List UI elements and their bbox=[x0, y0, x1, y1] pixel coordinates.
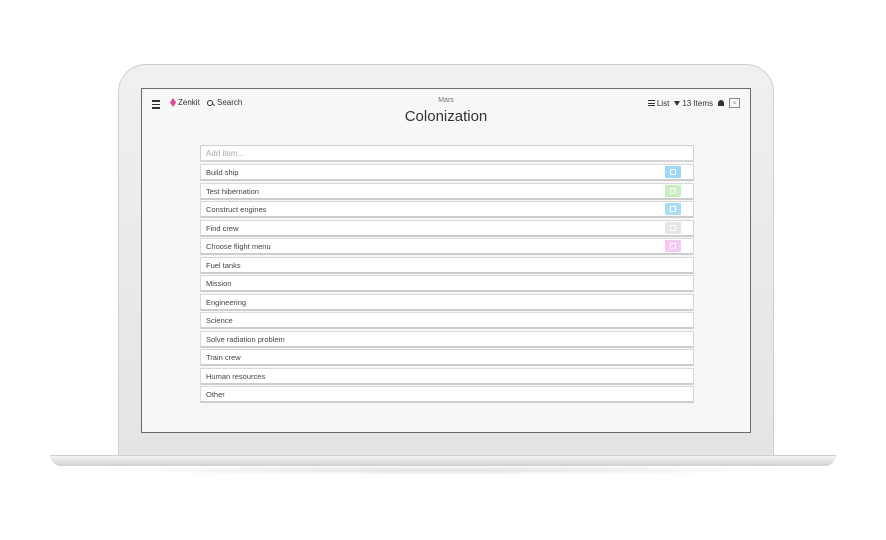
view-label: List bbox=[656, 98, 670, 108]
list-item-label: Solve radiation problem bbox=[206, 334, 285, 344]
list-item-label: Science bbox=[206, 316, 233, 325]
add-item-input[interactable] bbox=[200, 145, 694, 162]
ship-icon bbox=[665, 166, 681, 178]
list-item[interactable]: Solve radiation problem bbox=[200, 330, 694, 348]
laptop-shadow bbox=[90, 465, 796, 475]
filter-label: 13 Items bbox=[682, 98, 713, 108]
list-item-label: Construct engines bbox=[206, 205, 267, 214]
list-item-label: Other bbox=[206, 390, 225, 399]
list-item-label: Mission bbox=[206, 279, 232, 288]
list-item-label: Choose flight menu bbox=[206, 242, 271, 251]
list-item-label: Human resources bbox=[206, 371, 266, 381]
list-item-label: Build ship bbox=[206, 168, 239, 177]
item-list: Build ship Test hibernation Construct engi… bbox=[200, 145, 694, 405]
filter-icon bbox=[674, 100, 681, 106]
list-item[interactable]: Fuel tanks bbox=[200, 256, 694, 274]
list-item[interactable]: Mission bbox=[200, 275, 694, 292]
list-item[interactable]: Engineering bbox=[200, 293, 694, 311]
list-item[interactable]: Human resources bbox=[200, 367, 694, 385]
list-item[interactable]: Build ship bbox=[200, 164, 694, 181]
list-item[interactable]: Choose flight menu bbox=[200, 238, 694, 255]
user-avatar[interactable]: S bbox=[729, 98, 740, 108]
item-rows: Build ship Test hibernation Construct engi… bbox=[200, 164, 694, 403]
list-item[interactable]: Science bbox=[200, 312, 694, 329]
list-view-icon bbox=[647, 100, 655, 106]
app-screen: Zenkit Search Mars Colonization List 13 … bbox=[141, 88, 751, 433]
plant-icon bbox=[665, 184, 681, 197]
list-item-label: Engineering bbox=[206, 297, 247, 307]
list-item[interactable]: Other bbox=[200, 386, 694, 403]
list-item-label: Test hibernation bbox=[206, 186, 259, 196]
filter-button[interactable]: 13 Items bbox=[674, 99, 713, 108]
page-title: Colonization bbox=[404, 108, 488, 125]
list-item-label: Fuel tanks bbox=[206, 260, 241, 270]
list-item[interactable]: Find crew bbox=[200, 219, 694, 237]
engine-icon bbox=[665, 203, 681, 215]
menu-card-icon bbox=[665, 240, 681, 252]
notification-bell-icon[interactable] bbox=[718, 100, 724, 106]
toolbar-right: List 13 Items S bbox=[647, 98, 740, 108]
view-switcher[interactable]: List bbox=[647, 98, 670, 108]
top-bar: Zenkit Search Mars Colonization List 13 … bbox=[142, 89, 750, 129]
list-item-label: Train crew bbox=[206, 353, 241, 362]
list-item[interactable]: Test hibernation bbox=[200, 182, 694, 200]
trophy-icon bbox=[665, 221, 681, 234]
list-item[interactable]: Train crew bbox=[200, 349, 694, 366]
list-item-label: Find crew bbox=[206, 223, 239, 233]
list-item[interactable]: Construct engines bbox=[200, 201, 694, 218]
